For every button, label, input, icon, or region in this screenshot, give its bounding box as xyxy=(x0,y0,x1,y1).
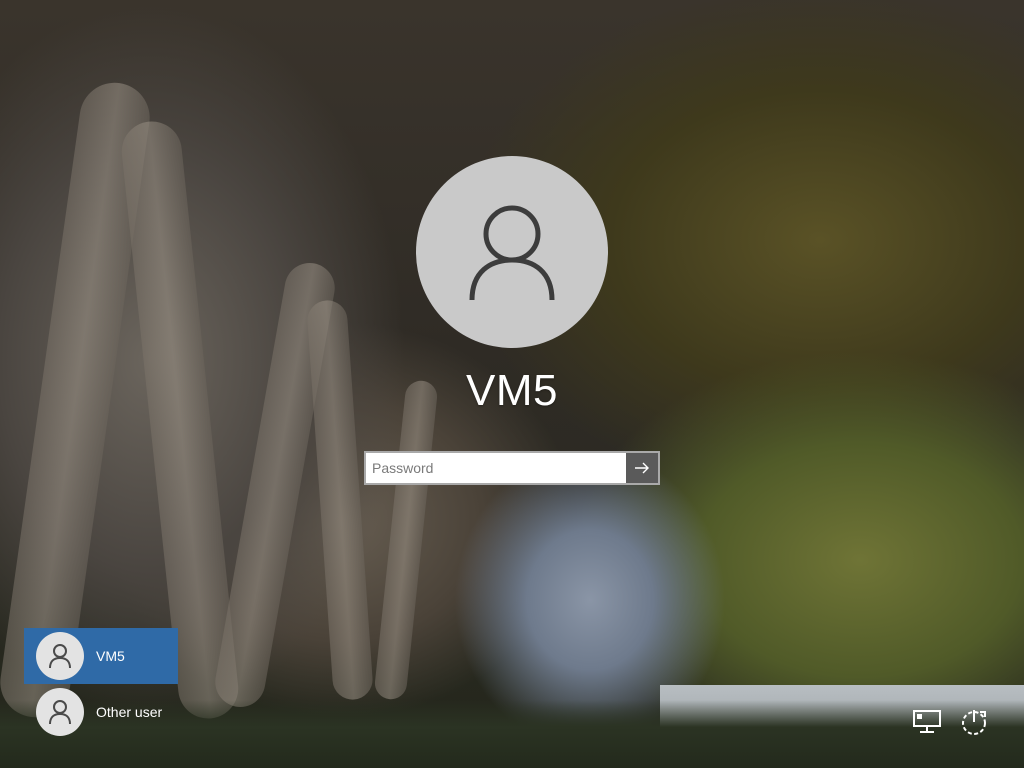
power-button[interactable] xyxy=(956,704,992,740)
network-button[interactable] xyxy=(910,704,946,740)
user-icon xyxy=(49,700,71,725)
password-input[interactable] xyxy=(366,453,626,483)
user-tile-label: Other user xyxy=(96,704,163,720)
network-icon xyxy=(913,710,941,733)
arrow-right-icon xyxy=(635,462,649,474)
user-tile-other-user[interactable]: Other user xyxy=(24,684,178,740)
avatar xyxy=(36,632,84,680)
user-tile-label: VM5 xyxy=(96,648,125,664)
submit-button[interactable] xyxy=(626,453,658,483)
user-icon xyxy=(469,205,555,301)
password-box xyxy=(364,451,660,485)
avatar xyxy=(36,688,84,736)
user-avatar xyxy=(416,156,608,348)
account-name: VM5 xyxy=(466,366,558,415)
user-tile-vm5[interactable]: VM5 xyxy=(24,628,178,684)
user-icon xyxy=(49,644,71,669)
power-icon xyxy=(962,710,986,735)
